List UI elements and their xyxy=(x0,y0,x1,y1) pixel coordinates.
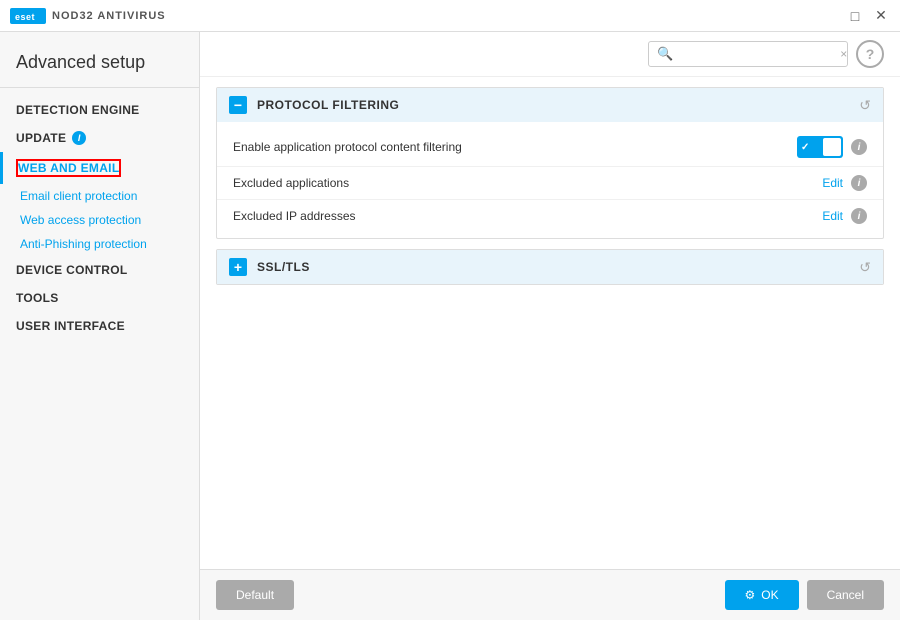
excluded-applications-info-icon[interactable]: i xyxy=(851,175,867,191)
sidebar-item-web-and-email[interactable]: WEB AND EMAIL xyxy=(0,152,199,184)
sidebar-item-tools[interactable]: TOOLS xyxy=(0,284,199,312)
setting-row-enable-app-protocol: Enable application protocol content filt… xyxy=(217,128,883,167)
sidebar-nav: DETECTION ENGINE UPDATE i WEB AND EMAIL … xyxy=(0,88,199,620)
search-box: 🔍 × xyxy=(648,41,848,67)
help-button[interactable]: ? xyxy=(856,40,884,68)
update-label: UPDATE xyxy=(16,131,66,145)
titlebar: eset NOD32 ANTIVIRUS □ ✕ xyxy=(0,0,900,32)
excluded-ip-addresses-control: Edit xyxy=(822,209,843,223)
excluded-applications-control: Edit xyxy=(822,176,843,190)
eset-logo-icon: eset xyxy=(10,8,46,24)
toggle-check-icon: ✓ xyxy=(799,142,809,153)
protocol-filtering-collapse-icon[interactable]: − xyxy=(229,96,247,114)
sidebar: Advanced setup DETECTION ENGINE UPDATE i… xyxy=(0,32,200,620)
excluded-ip-addresses-edit-link[interactable]: Edit xyxy=(822,209,843,223)
enable-app-protocol-control: ✓ xyxy=(797,136,843,158)
search-icon: 🔍 xyxy=(657,46,673,62)
search-input[interactable] xyxy=(679,47,834,61)
section-protocol-filtering: − PROTOCOL FILTERING ↺ Enable applicatio… xyxy=(216,87,884,239)
sidebar-item-detection-engine[interactable]: DETECTION ENGINE xyxy=(0,96,199,124)
protocol-filtering-body: Enable application protocol content filt… xyxy=(217,122,883,238)
excluded-applications-label: Excluded applications xyxy=(233,176,822,190)
enable-app-protocol-toggle[interactable]: ✓ xyxy=(797,136,843,158)
web-and-email-label: WEB AND EMAIL xyxy=(16,159,121,177)
minimize-button[interactable]: □ xyxy=(846,7,864,25)
app-name: NOD32 ANTIVIRUS xyxy=(52,10,166,22)
default-button[interactable]: Default xyxy=(216,580,294,610)
protocol-filtering-title: PROTOCOL FILTERING xyxy=(257,98,859,112)
ssl-tls-expand-icon[interactable]: + xyxy=(229,258,247,276)
ok-button[interactable]: ⚙ OK xyxy=(725,580,799,610)
sidebar-item-device-control[interactable]: DEVICE CONTROL xyxy=(0,256,199,284)
sidebar-item-anti-phishing-protection[interactable]: Anti-Phishing protection xyxy=(0,232,199,256)
section-ssl-tls-header[interactable]: + SSL/TLS ↺ xyxy=(217,250,883,284)
svg-text:eset: eset xyxy=(15,12,35,22)
content-toolbar: 🔍 × ? xyxy=(200,32,900,77)
ssl-tls-reset-icon[interactable]: ↺ xyxy=(859,259,871,276)
content-scroll: − PROTOCOL FILTERING ↺ Enable applicatio… xyxy=(200,77,900,569)
ok-label: OK xyxy=(761,588,778,602)
section-protocol-filtering-header[interactable]: − PROTOCOL FILTERING ↺ xyxy=(217,88,883,122)
ssl-tls-title: SSL/TLS xyxy=(257,260,859,274)
excluded-ip-addresses-info-icon[interactable]: i xyxy=(851,208,867,224)
setting-row-excluded-applications: Excluded applications Edit i xyxy=(217,167,883,200)
section-ssl-tls: + SSL/TLS ↺ xyxy=(216,249,884,285)
sidebar-item-web-access-protection[interactable]: Web access protection xyxy=(0,208,199,232)
main-area: Advanced setup DETECTION ENGINE UPDATE i… xyxy=(0,32,900,620)
excluded-applications-edit-link[interactable]: Edit xyxy=(822,176,843,190)
close-button[interactable]: ✕ xyxy=(872,7,890,25)
excluded-ip-addresses-label: Excluded IP addresses xyxy=(233,209,822,223)
update-badge-icon: i xyxy=(72,131,86,145)
ok-icon: ⚙ xyxy=(745,588,756,602)
sidebar-heading: Advanced setup xyxy=(0,32,199,88)
toggle-thumb xyxy=(823,138,841,156)
titlebar-controls: □ ✕ xyxy=(846,7,890,25)
setting-row-excluded-ip-addresses: Excluded IP addresses Edit i xyxy=(217,200,883,232)
protocol-filtering-reset-icon[interactable]: ↺ xyxy=(859,97,871,114)
search-clear-icon[interactable]: × xyxy=(840,47,847,61)
enable-app-protocol-label: Enable application protocol content filt… xyxy=(233,140,797,154)
enable-app-protocol-info-icon[interactable]: i xyxy=(851,139,867,155)
bottom-bar: Default ⚙ OK Cancel xyxy=(200,569,900,620)
sidebar-item-email-client-protection[interactable]: Email client protection xyxy=(0,184,199,208)
sidebar-item-update[interactable]: UPDATE i xyxy=(0,124,199,152)
titlebar-logo: eset NOD32 ANTIVIRUS xyxy=(10,8,846,24)
sidebar-item-user-interface[interactable]: USER INTERFACE xyxy=(0,312,199,340)
cancel-button[interactable]: Cancel xyxy=(807,580,884,610)
content-panel: 🔍 × ? − PROTOCOL FILTERING ↺ Enable appl… xyxy=(200,32,900,620)
